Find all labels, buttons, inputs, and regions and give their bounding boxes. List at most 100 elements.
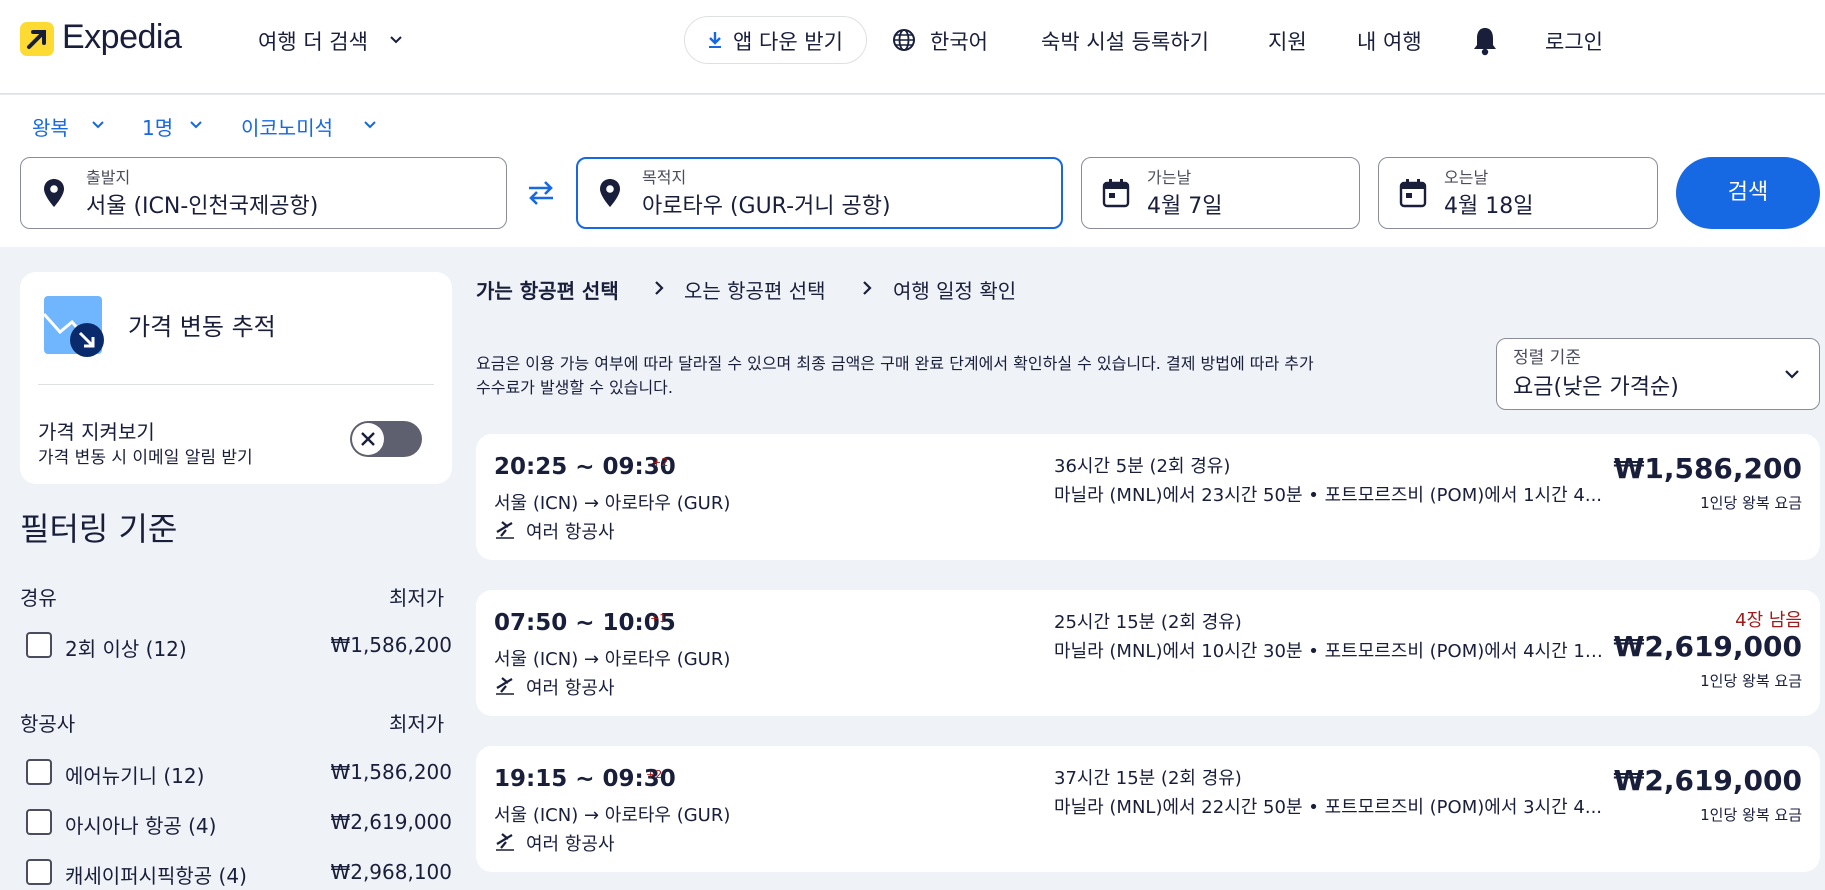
day-offset: +1 [650, 612, 667, 625]
origin-field[interactable]: 출발지 서울 (ICN-인천국제공항) [20, 157, 507, 229]
support-link[interactable]: 지원 [1268, 26, 1307, 56]
airline-option-price: ₩1,586,200 [330, 760, 452, 784]
depart-date-field[interactable]: 가는날 4월 7일 [1081, 157, 1360, 229]
flight-result-card[interactable]: 07:50 ~ 10:05 +1 서울 (ICN) → 아로타우 (GUR) 여… [476, 590, 1820, 716]
search-button[interactable]: 검색 [1676, 157, 1820, 229]
swap-arrows-icon[interactable] [525, 178, 557, 208]
chevron-down-icon [362, 118, 378, 132]
layover-details: 마닐라 (MNL)에서 10시간 30분 • 포트모르즈비 (POM)에서 4시… [1054, 641, 1610, 662]
trip-type-dropdown[interactable]: 왕복 [32, 112, 69, 141]
return-date-field[interactable]: 오는날 4월 18일 [1378, 157, 1658, 229]
fare-notice-line: 요금은 이용 가능 여부에 따라 달라질 수 있으며 최종 금액은 구매 완료 … [476, 354, 1314, 373]
travelers-dropdown[interactable]: 1명 [142, 112, 173, 141]
trip-type-label: 왕복 [32, 116, 69, 140]
calendar-icon [1399, 178, 1427, 208]
airplane-icon [494, 830, 516, 852]
chevron-right-icon [860, 280, 874, 296]
return-label: 오는날 [1444, 168, 1489, 187]
map-pin-icon [43, 178, 65, 208]
toggle-knob [352, 423, 384, 455]
return-value: 4월 18일 [1444, 194, 1534, 219]
airline-option-label[interactable]: 캐세이퍼시픽항공 (4) [65, 860, 247, 889]
origin-label: 출발지 [86, 168, 131, 187]
price-note: 1인당 왕복 요금 [1700, 806, 1802, 824]
flight-route: 서울 (ICN) → 아로타우 (GUR) [494, 805, 731, 826]
map-pin-icon [599, 178, 621, 208]
close-icon [361, 432, 375, 446]
cabin-class-label: 이코노미석 [241, 116, 333, 140]
airline-option-price: ₩2,968,100 [330, 860, 452, 884]
chevron-down-icon [388, 32, 404, 48]
flight-result-card[interactable]: 20:25 ~ 09:30 +2 서울 (ICN) → 아로타우 (GUR) 여… [476, 434, 1820, 560]
airplane-icon [494, 518, 516, 540]
more-travel-menu[interactable]: 여행 더 검색 [258, 26, 368, 56]
flight-route: 서울 (ICN) → 아로타우 (GUR) [494, 649, 731, 670]
language-selector[interactable]: 한국어 [930, 26, 988, 56]
sort-label: 정렬 기준 [1513, 348, 1581, 368]
list-property-link[interactable]: 숙박 시설 등록하기 [1041, 26, 1209, 56]
sort-dropdown[interactable]: 정렬 기준 요금(낮은 가격순) [1496, 338, 1820, 410]
seats-left-alert: 4장 남음 [1735, 610, 1802, 631]
stops-option-price: ₩1,586,200 [330, 633, 452, 657]
bell-icon[interactable] [1470, 25, 1500, 57]
expedia-logo-icon[interactable] [20, 22, 54, 56]
app-download-label: 앱 다운 받기 [733, 30, 843, 54]
breadcrumb-current: 가는 항공편 선택 [476, 279, 619, 303]
price-watch-subtitle: 가격 변동 시 이메일 알림 받기 [38, 448, 253, 468]
airplane-icon [494, 674, 516, 696]
price-note: 1인당 왕복 요금 [1700, 494, 1802, 512]
globe-icon [892, 28, 916, 52]
airlines-heading: 항공사 [20, 712, 76, 736]
destination-field[interactable]: 목적지 아로타우 (GUR-거니 공항) [576, 157, 1063, 229]
flight-time: 07:50 ~ 10:05 [494, 610, 676, 636]
chevron-right-icon [652, 280, 666, 296]
calendar-icon [1102, 178, 1130, 208]
airlines-price-heading: 최저가 [389, 712, 445, 736]
airline-option-price: ₩2,619,000 [330, 810, 452, 834]
more-travel-label: 여행 더 검색 [258, 30, 368, 54]
chevron-down-icon [1783, 367, 1801, 381]
my-trips-link[interactable]: 내 여행 [1357, 26, 1422, 56]
flight-time: 20:25 ~ 09:30 [494, 454, 676, 480]
layover-details: 마닐라 (MNL)에서 22시간 50분 • 포트모르즈비 (POM)에서 3시… [1054, 797, 1603, 818]
layover-details: 마닐라 (MNL)에서 23시간 50분 • 포트모르즈비 (POM)에서 1시… [1054, 485, 1603, 506]
cabin-class-dropdown[interactable]: 이코노미석 [241, 112, 333, 141]
travelers-label: 1명 [142, 116, 174, 140]
airline-name: 여러 항공사 [526, 522, 615, 543]
download-icon [705, 30, 725, 50]
price-tracking-icon [42, 294, 108, 360]
expedia-logo-text[interactable]: Expedia [62, 18, 182, 57]
flight-price: ₩1,586,200 [1613, 452, 1802, 485]
airline-option-label[interactable]: 에어뉴기니 (12) [65, 760, 204, 789]
flight-duration: 36시간 5분 (2회 경유) [1054, 456, 1231, 477]
divider [38, 384, 434, 385]
stops-heading: 경유 [20, 586, 57, 610]
airline-name: 여러 항공사 [526, 834, 615, 855]
stops-checkbox[interactable] [26, 632, 52, 658]
price-note: 1인당 왕복 요금 [1700, 672, 1802, 690]
airline-checkbox[interactable] [26, 809, 52, 835]
origin-value: 서울 (ICN-인천국제공항) [86, 194, 319, 219]
airline-checkbox[interactable] [26, 759, 52, 785]
stops-price-heading: 최저가 [389, 586, 445, 610]
breadcrumb-step: 여행 일정 확인 [893, 279, 1017, 303]
flight-duration: 37시간 15분 (2회 경유) [1054, 768, 1242, 789]
airline-option-label[interactable]: 아시아나 항공 (4) [65, 810, 216, 839]
filter-heading: 필터링 기준 [20, 510, 178, 548]
price-watch-title: 가격 지켜보기 [38, 420, 155, 444]
depart-label: 가는날 [1147, 168, 1192, 187]
destination-label: 목적지 [642, 168, 687, 187]
airline-name: 여러 항공사 [526, 678, 615, 699]
flight-duration: 25시간 15분 (2회 경유) [1054, 612, 1242, 633]
stops-option-label[interactable]: 2회 이상 (12) [65, 633, 187, 662]
destination-value: 아로타우 (GUR-거니 공항) [642, 194, 891, 219]
flight-price: ₩2,619,000 [1613, 764, 1802, 797]
chevron-down-icon [188, 118, 204, 132]
login-link[interactable]: 로그인 [1545, 26, 1603, 56]
chevron-down-icon [90, 118, 106, 132]
airline-checkbox[interactable] [26, 859, 52, 885]
flight-route: 서울 (ICN) → 아로타우 (GUR) [494, 493, 731, 514]
flight-result-card[interactable]: 19:15 ~ 09:30 +2 서울 (ICN) → 아로타우 (GUR) 여… [476, 746, 1820, 872]
breadcrumb-step: 오는 항공편 선택 [684, 279, 826, 303]
flight-price: ₩2,619,000 [1613, 630, 1802, 663]
